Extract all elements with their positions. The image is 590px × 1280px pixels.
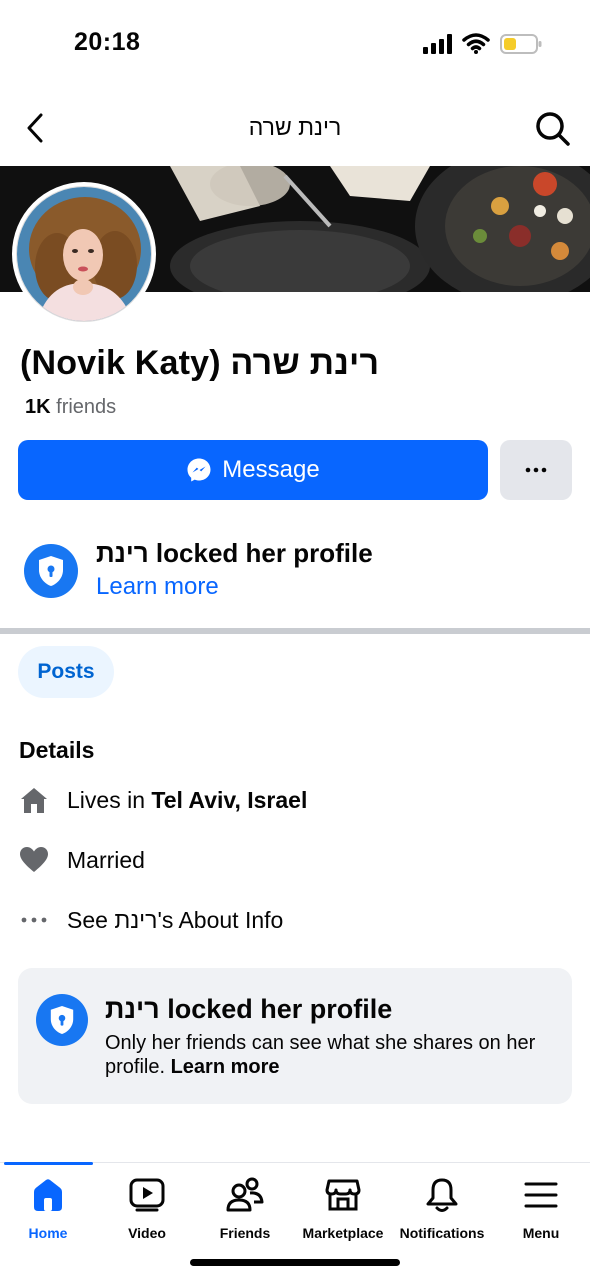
locked-profile-notice: רינת locked her profile Learn more [24, 536, 584, 606]
bell-icon [422, 1175, 462, 1215]
details-heading: Details [19, 737, 95, 763]
detail-relationship: Married [18, 840, 578, 880]
tab-video[interactable]: Video [97, 1175, 197, 1255]
video-icon [127, 1175, 167, 1215]
message-label: Message [222, 456, 320, 483]
tab-menu[interactable]: Menu [491, 1175, 590, 1255]
search-icon [536, 112, 570, 146]
tab-marketplace[interactable]: Marketplace [293, 1175, 393, 1255]
home-indicator [190, 1259, 400, 1266]
lives-prefix: Lives in [67, 786, 152, 813]
tab-friends-label: Friends [219, 1225, 271, 1241]
status-bar: 20:18 [0, 0, 590, 88]
tab-home[interactable]: Home [0, 1175, 98, 1255]
tab-notifications[interactable]: Notifications [392, 1175, 492, 1255]
more-dots-icon [525, 467, 547, 473]
lock-notice-title: רינת locked her profile [96, 538, 373, 568]
lives-city[interactable]: Tel Aviv, Israel [151, 787, 307, 813]
tab-friends[interactable]: Friends [195, 1175, 295, 1255]
nav-header: רינת שרה [0, 92, 590, 166]
menu-icon [521, 1175, 561, 1215]
more-dots-icon [18, 904, 50, 936]
messenger-icon [187, 458, 211, 482]
locked-card-description: Only her friends can see what she shares… [105, 1031, 555, 1079]
locked-profile-card: רינת locked her profile Only her friends… [18, 968, 572, 1104]
detail-lives-in: Lives in Tel Aviv, Israel [18, 780, 578, 820]
home-icon [28, 1175, 68, 1215]
section-divider [0, 628, 590, 634]
friends-count-value: 1K [25, 396, 51, 418]
detail-about-info[interactable]: See רינת's About Info [18, 900, 578, 940]
tab-menu-label: Menu [522, 1225, 560, 1241]
shield-lock-icon [36, 994, 88, 1046]
active-tab-indicator [4, 1162, 93, 1165]
tab-notifications-label: Notifications [399, 1225, 485, 1241]
status-time: 20:18 [74, 28, 141, 56]
tab-marketplace-label: Marketplace [302, 1225, 384, 1241]
friends-icon [225, 1175, 265, 1215]
locked-card-learn-more[interactable]: Learn more [171, 1056, 280, 1078]
message-button[interactable]: Message [18, 440, 488, 500]
wifi-icon [462, 33, 490, 54]
avatar-image [17, 187, 151, 321]
profile-avatar[interactable] [12, 182, 156, 326]
relationship-status: Married [67, 846, 145, 873]
locked-card-title: רינת locked her profile [105, 994, 393, 1024]
tab-posts[interactable]: Posts [18, 646, 114, 698]
page-title: רינת שרה [248, 114, 342, 140]
profile-name: (Novik Katy) רינת שרה [20, 344, 380, 382]
marketplace-icon [323, 1175, 363, 1215]
battery-icon [500, 34, 542, 54]
locked-card-text: Only her friends can see what she shares… [105, 1032, 536, 1078]
friends-count[interactable]: 1K friends [25, 396, 116, 419]
learn-more-link[interactable]: Learn more [96, 573, 219, 601]
signal-icon [423, 34, 452, 54]
friends-label: friends [56, 396, 117, 418]
shield-lock-icon [24, 544, 78, 598]
search-button[interactable] [532, 108, 574, 150]
about-info-link[interactable]: See רינת's About Info [67, 907, 283, 934]
house-icon [18, 784, 50, 816]
more-options-button[interactable] [500, 440, 572, 500]
tab-home-label: Home [28, 1225, 68, 1241]
tab-video-label: Video [128, 1225, 166, 1241]
heart-icon [18, 844, 50, 876]
